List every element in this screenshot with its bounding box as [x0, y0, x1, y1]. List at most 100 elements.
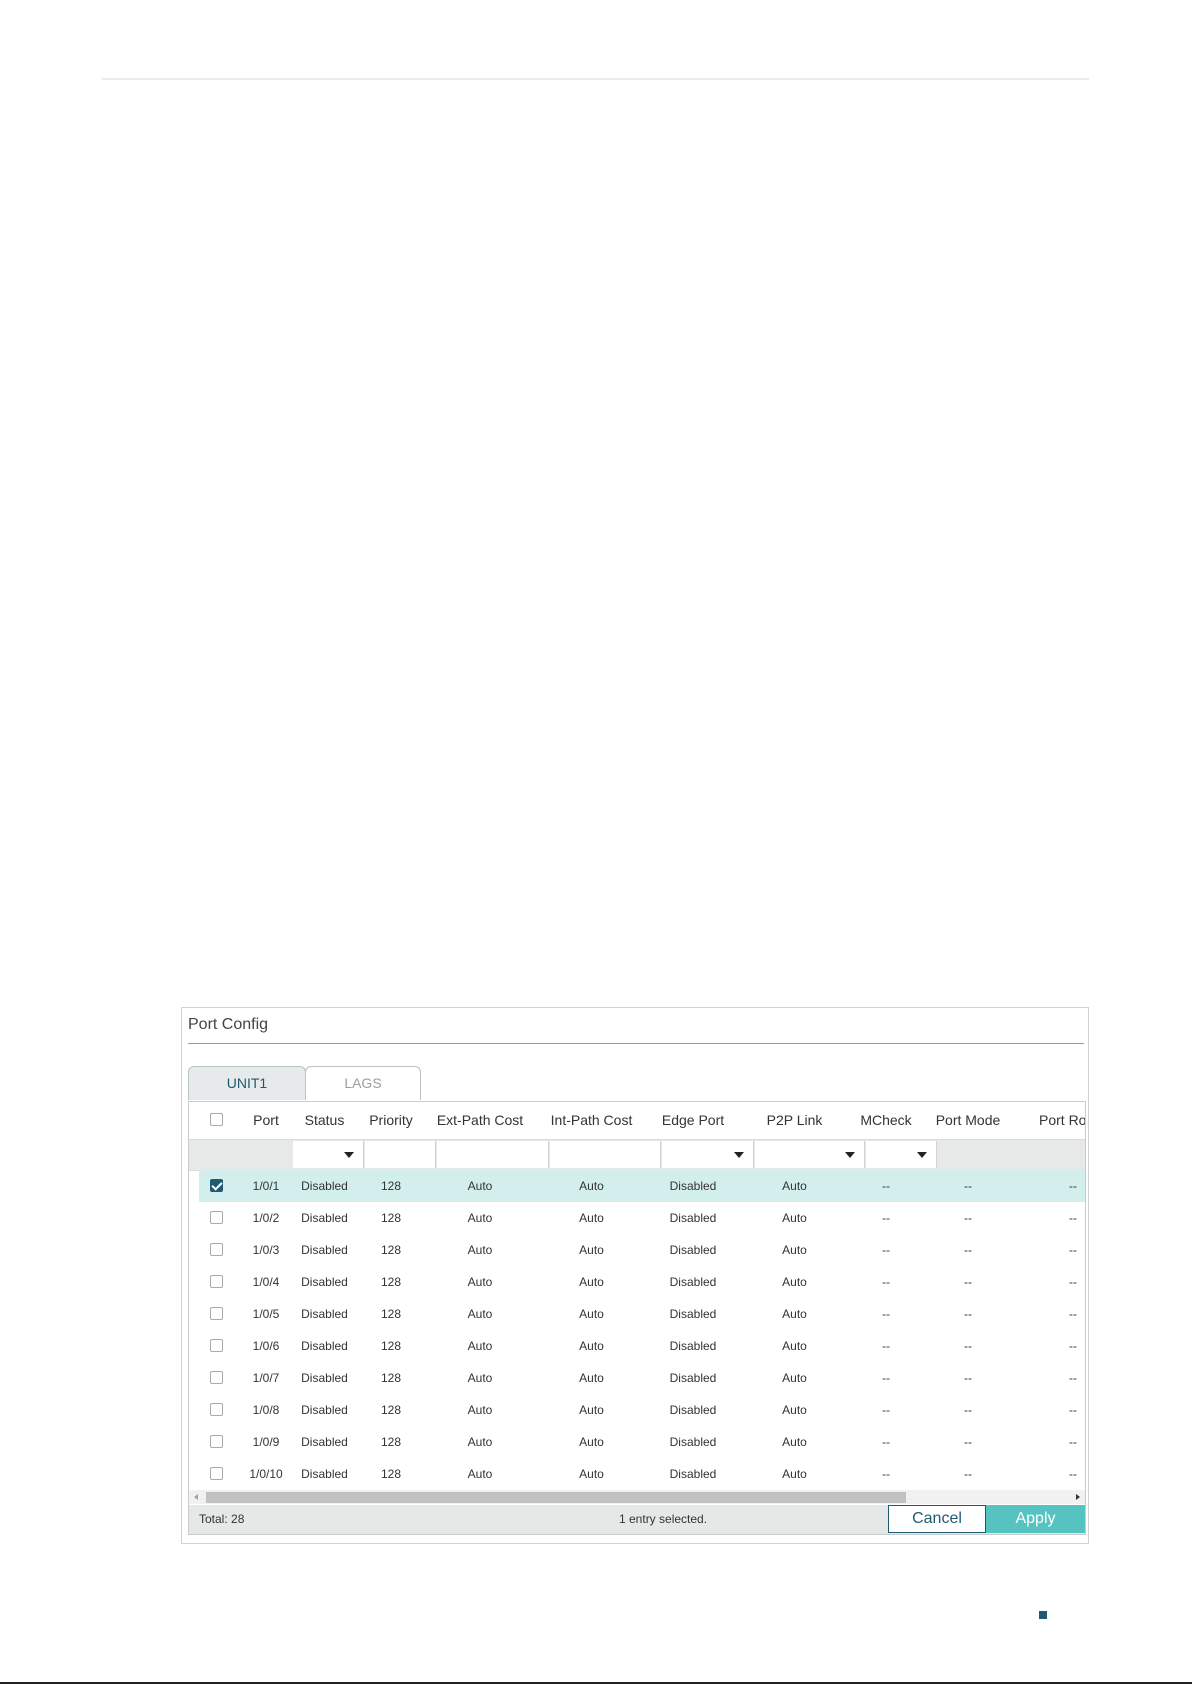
status-cell: Disabled [301, 1243, 348, 1257]
chevron-down-icon [734, 1152, 744, 1158]
table-row[interactable]: 1/0/6 Disabled 128 Auto Auto Disabled Au… [199, 1330, 1085, 1363]
col-mcheck[interactable]: MCheck [850, 1102, 922, 1139]
scroll-right-arrow-icon[interactable] [1076, 1494, 1080, 1500]
row-checkbox[interactable] [210, 1307, 223, 1320]
ext-path-cost-cell: Auto [467, 1403, 493, 1417]
port-role-cell: -- [1069, 1339, 1077, 1353]
table-row[interactable]: 1/0/10 Disabled 128 Auto Auto Disabled A… [199, 1458, 1085, 1491]
col-status[interactable]: Status [291, 1102, 358, 1139]
table-row[interactable]: 1/0/4 Disabled 128 Auto Auto Disabled Au… [199, 1266, 1085, 1299]
chevron-down-icon [845, 1152, 855, 1158]
table-footer: Total: 28 1 entry selected. Cancel Apply [188, 1505, 1086, 1535]
status-cell: Disabled [301, 1371, 348, 1385]
port-cell: 1/0/5 [252, 1307, 280, 1321]
ext-path-cost-cell: Auto [467, 1371, 493, 1385]
col-port-role[interactable]: Port Role [1039, 1102, 1085, 1139]
priority-cell: 128 [380, 1307, 402, 1321]
col-priority[interactable]: Priority [358, 1102, 424, 1139]
ext-path-cost-cell: Auto [467, 1339, 493, 1353]
mcheck-filter-select[interactable] [866, 1141, 937, 1168]
table-header: Port Status Priority Ext-Path Cost Int-P… [189, 1102, 1085, 1139]
mcheck-cell: -- [882, 1403, 890, 1417]
edge-port-cell: Disabled [669, 1435, 717, 1449]
row-checkbox[interactable] [210, 1435, 223, 1448]
port-role-cell: -- [1069, 1403, 1077, 1417]
row-checkbox[interactable] [210, 1403, 223, 1416]
table-row[interactable]: 1/0/7 Disabled 128 Auto Auto Disabled Au… [199, 1362, 1085, 1395]
priority-cell: 128 [380, 1339, 402, 1353]
scroll-left-arrow-icon[interactable] [194, 1494, 198, 1500]
total-count: Total: 28 [199, 1512, 245, 1526]
tab-lags[interactable]: LAGS [305, 1066, 421, 1100]
edge-port-cell: Disabled [669, 1339, 717, 1353]
select-all-checkbox[interactable] [210, 1113, 223, 1126]
port-role-cell: -- [1069, 1435, 1077, 1449]
selection-status: 1 entry selected. [619, 1512, 708, 1526]
priority-cell: 128 [380, 1403, 402, 1417]
port-role-cell: -- [1069, 1243, 1077, 1257]
mcheck-cell: -- [882, 1179, 890, 1193]
row-checkbox[interactable] [210, 1211, 223, 1224]
status-filter-select[interactable] [293, 1141, 364, 1168]
priority-cell: 128 [380, 1179, 402, 1193]
int-path-cost-cell: Auto [579, 1403, 604, 1417]
tab-unit1[interactable]: UNIT1 [188, 1066, 306, 1100]
col-port[interactable]: Port [241, 1102, 291, 1139]
col-p2p-link[interactable]: P2P Link [739, 1102, 850, 1139]
port-cell: 1/0/9 [252, 1435, 280, 1449]
col-int-path-cost[interactable]: Int-Path Cost [536, 1102, 647, 1139]
edge-port-cell: Disabled [669, 1467, 717, 1481]
port-mode-cell: -- [964, 1403, 972, 1417]
port-mode-cell: -- [964, 1339, 972, 1353]
panel-title: Port Config [188, 1016, 269, 1033]
port-mode-cell: -- [964, 1179, 972, 1193]
p2p-link-cell: Auto [782, 1243, 807, 1257]
row-checkbox[interactable] [210, 1243, 223, 1256]
p2p-link-cell: Auto [782, 1179, 807, 1193]
table-row[interactable]: 1/0/3 Disabled 128 Auto Auto Disabled Au… [199, 1234, 1085, 1267]
priority-cell: 128 [380, 1371, 402, 1385]
table-row[interactable]: 1/0/5 Disabled 128 Auto Auto Disabled Au… [199, 1298, 1085, 1331]
edge-port-cell: Disabled [669, 1371, 717, 1385]
cancel-button[interactable]: Cancel [888, 1505, 986, 1533]
ext-path-cost-cell: Auto [467, 1435, 493, 1449]
table-row[interactable]: 1/0/1 Disabled 128 Auto Auto Disabled Au… [199, 1170, 1085, 1203]
port-cell: 1/0/6 [252, 1339, 280, 1353]
int-path-cost-cell: Auto [579, 1435, 604, 1449]
port-mode-cell: -- [964, 1435, 972, 1449]
col-port-mode[interactable]: Port Mode [922, 1102, 1014, 1139]
port-cell: 1/0/8 [252, 1403, 280, 1417]
mcheck-cell: -- [882, 1467, 890, 1481]
row-checkbox[interactable] [210, 1275, 223, 1288]
table-row[interactable]: 1/0/2 Disabled 128 Auto Auto Disabled Au… [199, 1202, 1085, 1235]
int-path-cost-filter-input[interactable] [550, 1141, 661, 1168]
scrollbar-thumb[interactable] [206, 1492, 906, 1503]
col-edge-port[interactable]: Edge Port [647, 1102, 739, 1139]
port-mode-cell: -- [964, 1275, 972, 1289]
chevron-down-icon [344, 1152, 354, 1158]
ext-path-cost-filter-input[interactable] [437, 1141, 549, 1168]
edge-port-cell: Disabled [669, 1275, 717, 1289]
row-checkbox[interactable] [210, 1339, 223, 1352]
horizontal-scrollbar[interactable] [188, 1490, 1086, 1504]
port-role-cell: -- [1069, 1467, 1077, 1481]
port-mode-cell: -- [964, 1243, 972, 1257]
edge-port-cell: Disabled [669, 1211, 717, 1225]
table-row[interactable]: 1/0/9 Disabled 128 Auto Auto Disabled Au… [199, 1426, 1085, 1459]
port-cell: 1/0/1 [252, 1179, 280, 1193]
col-ext-path-cost[interactable]: Ext-Path Cost [424, 1102, 536, 1139]
priority-filter-input[interactable] [365, 1141, 436, 1168]
port-cell: 1/0/2 [252, 1211, 280, 1225]
edge-port-filter-select[interactable] [662, 1141, 754, 1168]
table-row[interactable]: 1/0/8 Disabled 128 Auto Auto Disabled Au… [199, 1394, 1085, 1427]
ext-path-cost-cell: Auto [467, 1211, 493, 1225]
row-checkbox[interactable] [210, 1371, 223, 1384]
mcheck-cell: -- [882, 1275, 890, 1289]
port-cell: 1/0/7 [252, 1371, 280, 1385]
row-checkbox[interactable] [210, 1179, 223, 1192]
p2p-link-cell: Auto [782, 1467, 807, 1481]
p2p-link-filter-select[interactable] [755, 1141, 865, 1168]
priority-cell: 128 [380, 1467, 402, 1481]
row-checkbox[interactable] [210, 1467, 223, 1480]
apply-button[interactable]: Apply [986, 1505, 1085, 1533]
